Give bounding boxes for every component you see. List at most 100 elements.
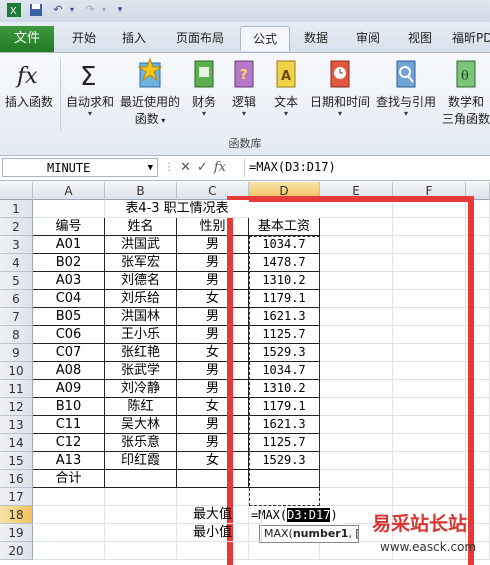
data-cell[interactable]: 男 — [177, 380, 249, 398]
column-header-d[interactable]: D — [249, 182, 320, 200]
data-cell[interactable]: 男 — [177, 326, 249, 344]
empty-cell[interactable] — [393, 290, 466, 308]
text-button[interactable]: A 文本 ▾ — [268, 57, 304, 118]
recently-used-button[interactable]: 最近使用的 函数 ▾ — [118, 57, 182, 127]
empty-cell[interactable] — [466, 326, 490, 344]
empty-cell[interactable] — [393, 308, 466, 326]
empty-cell[interactable] — [105, 506, 177, 524]
empty-cell[interactable] — [33, 506, 105, 524]
empty-cell[interactable] — [393, 470, 466, 488]
empty-cell[interactable] — [393, 344, 466, 362]
empty-cell[interactable] — [466, 218, 490, 236]
empty-cell[interactable] — [105, 524, 177, 542]
table-title[interactable]: 表4-3 职工情况表 — [105, 200, 249, 218]
data-cell[interactable]: B10 — [33, 398, 105, 416]
row-header-12[interactable]: 12 — [0, 398, 33, 416]
empty-cell[interactable] — [320, 398, 393, 416]
data-cell[interactable]: 王小乐 — [105, 326, 177, 344]
data-cell[interactable] — [177, 470, 249, 488]
column-header-f[interactable]: F — [393, 182, 466, 200]
empty-cell[interactable] — [320, 272, 393, 290]
data-cell[interactable]: C04 — [33, 290, 105, 308]
data-cell[interactable]: C11 — [33, 416, 105, 434]
data-cell[interactable]: B05 — [33, 308, 105, 326]
autosum-button[interactable]: Σ 自动求和 ▾ — [64, 57, 116, 118]
select-all-corner[interactable] — [0, 182, 33, 200]
data-cell[interactable]: A13 — [33, 452, 105, 470]
salary-cell[interactable]: 1529.3 — [249, 344, 320, 362]
empty-cell[interactable] — [466, 488, 490, 506]
empty-cell[interactable] — [466, 452, 490, 470]
column-header-a[interactable]: A — [33, 182, 105, 200]
data-cell[interactable]: 刘德名 — [105, 272, 177, 290]
salary-cell[interactable]: 1310.2 — [249, 272, 320, 290]
row-header-2[interactable]: 2 — [0, 218, 33, 236]
active-edit-cell[interactable]: =MAX(D3:D17) — [249, 506, 345, 524]
empty-cell[interactable] — [105, 542, 177, 560]
save-icon[interactable] — [28, 2, 44, 18]
data-cell[interactable]: 男 — [177, 254, 249, 272]
tab-view[interactable]: 视图 — [398, 26, 442, 50]
tab-file[interactable]: 文件 — [0, 26, 54, 52]
undo-dropdown-icon[interactable]: ▾ — [64, 2, 80, 18]
empty-cell[interactable] — [466, 308, 490, 326]
row-header-10[interactable]: 10 — [0, 362, 33, 380]
data-cell[interactable]: 刘冷静 — [105, 380, 177, 398]
empty-cell[interactable] — [393, 380, 466, 398]
row-header-19[interactable]: 19 — [0, 524, 33, 542]
data-cell[interactable]: 张军宏 — [105, 254, 177, 272]
empty-cell[interactable] — [393, 434, 466, 452]
empty-cell[interactable] — [320, 416, 393, 434]
cancel-icon[interactable]: ✕ — [180, 160, 191, 175]
row-header-14[interactable]: 14 — [0, 434, 33, 452]
row-header-15[interactable]: 15 — [0, 452, 33, 470]
row-header-11[interactable]: 11 — [0, 380, 33, 398]
tab-page-layout[interactable]: 页面布局 — [168, 26, 232, 50]
empty-cell[interactable] — [466, 200, 490, 218]
name-box[interactable]: MINUTE ▼ — [2, 158, 158, 177]
empty-cell[interactable] — [466, 362, 490, 380]
empty-cell[interactable] — [393, 326, 466, 344]
data-cell[interactable]: 洪国林 — [105, 308, 177, 326]
min-label-cell[interactable]: 最小值 — [190, 524, 262, 542]
empty-cell[interactable] — [466, 272, 490, 290]
salary-cell[interactable]: 1621.3 — [249, 416, 320, 434]
data-cell[interactable]: 男 — [177, 434, 249, 452]
data-cell[interactable] — [105, 470, 177, 488]
empty-cell[interactable] — [393, 362, 466, 380]
empty-cell[interactable] — [320, 380, 393, 398]
header-cell[interactable]: 姓名 — [105, 218, 177, 236]
empty-cell[interactable] — [320, 290, 393, 308]
data-cell[interactable]: 男 — [177, 308, 249, 326]
salary-cell[interactable]: 1529.3 — [249, 452, 320, 470]
redo-dropdown-icon[interactable]: ▾ — [96, 2, 112, 18]
logical-button[interactable]: ? 逻辑 ▾ — [226, 57, 262, 118]
chevron-down-icon[interactable]: ▼ — [148, 159, 153, 178]
empty-cell[interactable] — [249, 542, 320, 560]
function-argument-tooltip[interactable]: MAX(number1, [number2], ...) — [259, 525, 359, 543]
empty-cell[interactable] — [393, 218, 466, 236]
tab-data[interactable]: 数据 — [294, 26, 338, 50]
financial-button[interactable]: 财务 ▾ — [186, 57, 222, 118]
salary-cell[interactable]: 1478.7 — [249, 254, 320, 272]
empty-cell[interactable] — [393, 398, 466, 416]
empty-cell[interactable] — [320, 434, 393, 452]
salary-cell[interactable]: 1125.7 — [249, 326, 320, 344]
empty-cell[interactable] — [320, 200, 393, 218]
salary-cell[interactable]: 1310.2 — [249, 380, 320, 398]
data-cell[interactable]: A08 — [33, 362, 105, 380]
empty-cell[interactable] — [320, 254, 393, 272]
empty-cell[interactable] — [466, 380, 490, 398]
data-cell[interactable]: A01 — [33, 236, 105, 254]
empty-cell[interactable] — [466, 236, 490, 254]
row-header-16[interactable]: 16 — [0, 470, 33, 488]
row-header-1[interactable]: 1 — [0, 200, 33, 218]
max-label-cell[interactable]: 最大值 — [190, 506, 262, 524]
tab-formulas[interactable]: 公式 — [240, 26, 290, 51]
enter-icon[interactable]: ✓ — [197, 160, 208, 175]
empty-cell[interactable] — [320, 362, 393, 380]
header-cell[interactable]: 基本工资 — [249, 218, 320, 236]
salary-cell[interactable]: 1034.7 — [249, 362, 320, 380]
data-cell[interactable]: 张乐意 — [105, 434, 177, 452]
row-header-20[interactable]: 20 — [0, 542, 33, 560]
